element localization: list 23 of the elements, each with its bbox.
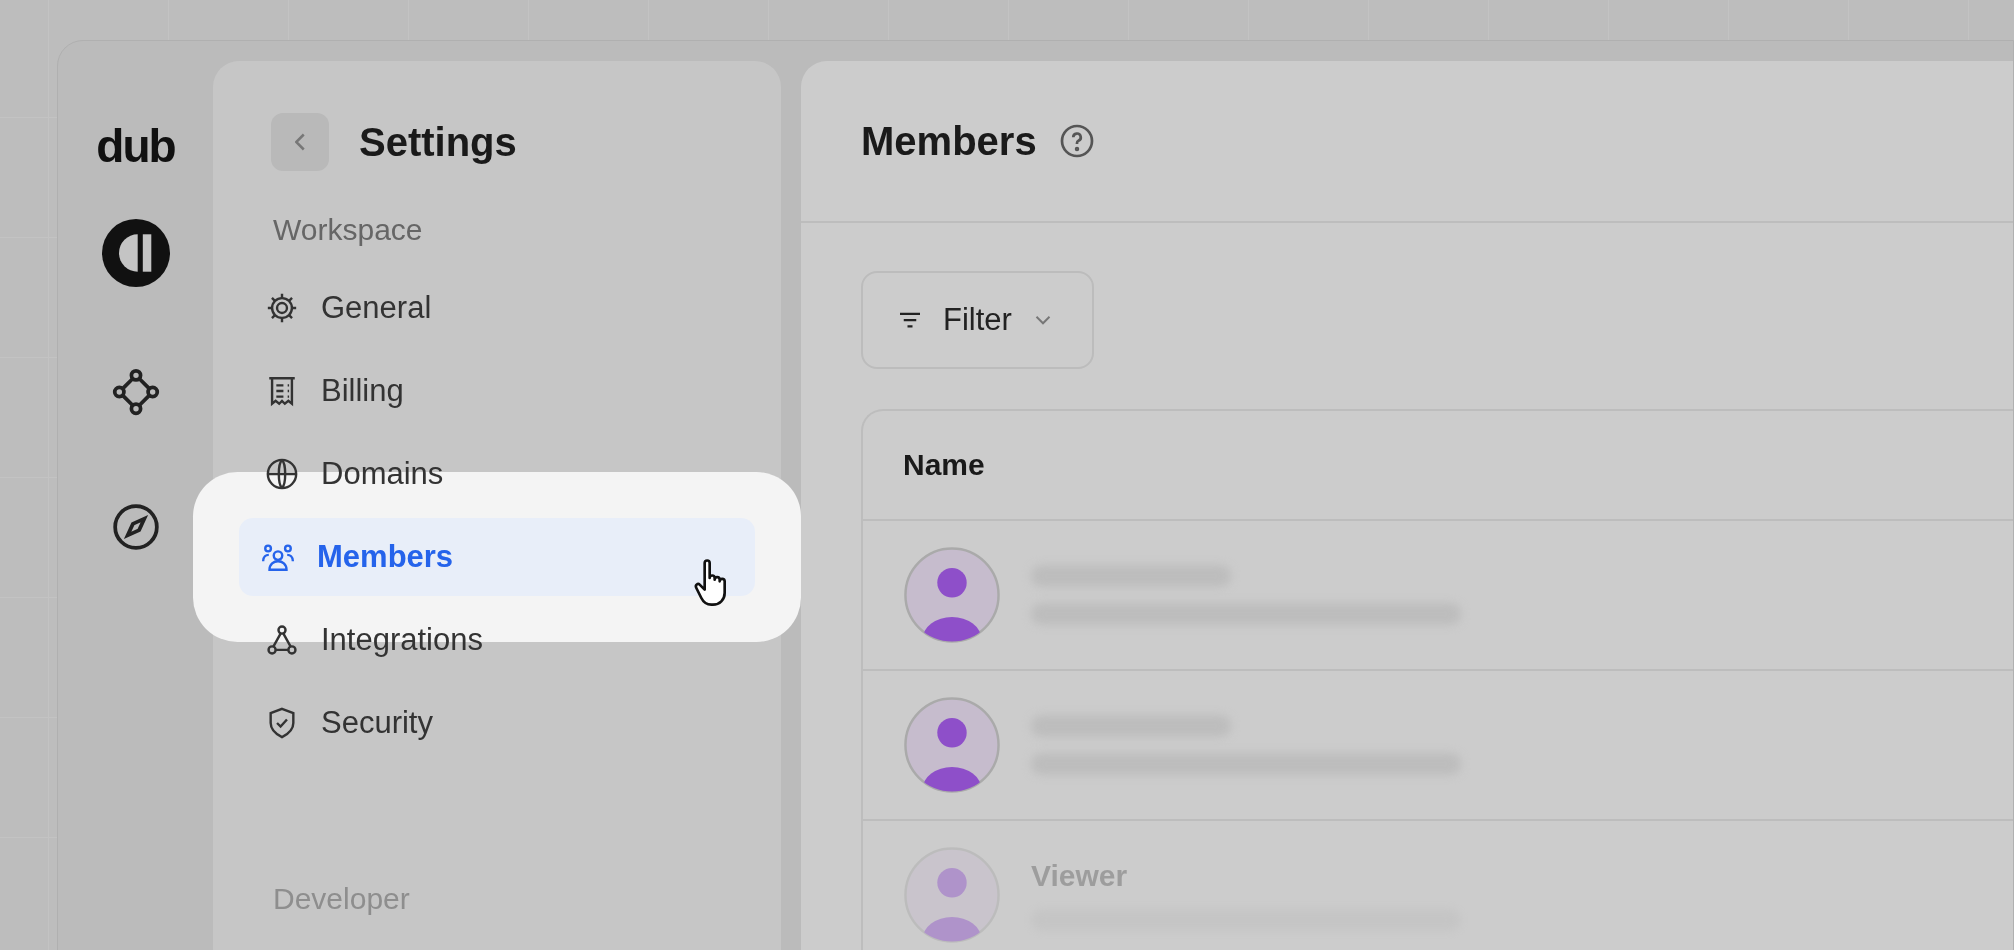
help-icon[interactable] bbox=[1058, 123, 1095, 159]
sidebar-item[interactable]: Billing bbox=[243, 352, 751, 430]
gear-icon bbox=[265, 291, 299, 325]
network-icon[interactable] bbox=[110, 367, 161, 417]
globe-icon bbox=[265, 457, 299, 491]
chevron-left-icon bbox=[295, 133, 305, 151]
filter-button[interactable]: Filter bbox=[861, 271, 1094, 369]
compass-icon[interactable] bbox=[110, 502, 161, 552]
sidebar-item[interactable]: General bbox=[243, 269, 751, 347]
sidebar-item[interactable]: Integrations bbox=[243, 601, 751, 679]
page-title: Members bbox=[861, 118, 1037, 164]
avatar-icon bbox=[903, 696, 1001, 794]
sidebar-item[interactable]: Domains bbox=[243, 435, 751, 513]
column-header: Name bbox=[903, 448, 985, 482]
workspace-avatar-icon[interactable] bbox=[101, 219, 170, 287]
section-label: Workspace bbox=[273, 213, 424, 247]
sidebar-item[interactable]: Security bbox=[243, 684, 751, 762]
sidebar-title: Settings bbox=[359, 119, 517, 165]
section-label: Developer bbox=[273, 882, 411, 916]
avatar-icon bbox=[903, 546, 1001, 644]
avatar-icon bbox=[903, 846, 1001, 944]
logo: dub bbox=[96, 123, 175, 169]
nodes-icon bbox=[265, 623, 299, 657]
